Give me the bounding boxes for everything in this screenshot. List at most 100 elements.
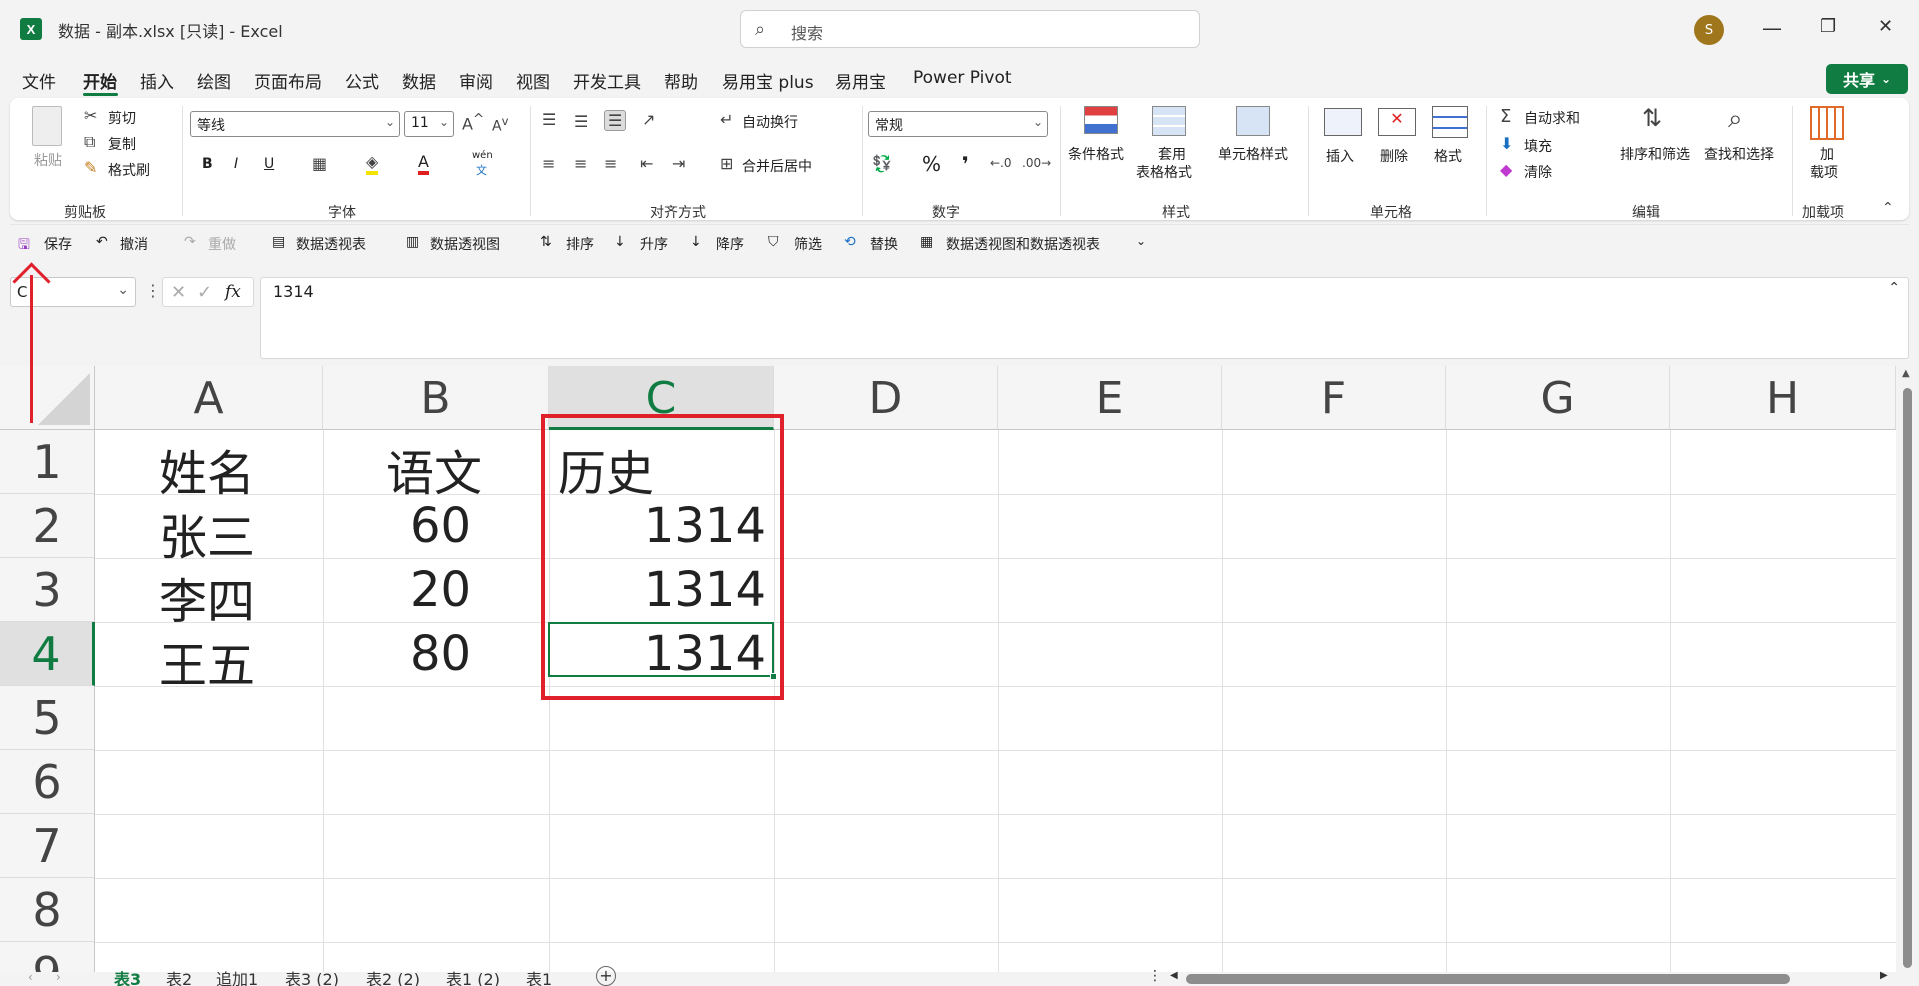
tab-easyuse[interactable]: 易用宝 <box>835 68 886 93</box>
formula-value: 1314 <box>273 282 314 301</box>
column-header-g[interactable]: G <box>1446 366 1670 430</box>
column-header-a[interactable]: A <box>95 366 323 430</box>
search-input[interactable]: ⌕ 搜索 <box>740 10 1200 48</box>
ribbon-tabs: 文件 开始 插入 绘图 页面布局 公式 数据 审阅 视图 开发工具 帮助 易用宝… <box>0 62 1919 96</box>
replace-button[interactable]: 替换 <box>870 234 898 254</box>
cell-b1[interactable]: 语文 <box>386 434 482 504</box>
tab-draw[interactable]: 绘图 <box>197 68 231 93</box>
tab-file[interactable]: 文件 <box>22 68 56 93</box>
row-header-3[interactable]: 3 <box>0 558 95 622</box>
sheet-tab-4[interactable]: 表3 (2) <box>285 966 339 986</box>
row-header-7[interactable]: 7 <box>0 814 95 878</box>
tab-home[interactable]: 开始 <box>83 68 117 93</box>
tab-view[interactable]: 视图 <box>516 68 550 93</box>
column-header-b[interactable]: B <box>323 366 549 430</box>
filter-button[interactable]: 筛选 <box>794 234 822 254</box>
sort-ascending-button[interactable]: 升序 <box>640 234 668 254</box>
cell-a3[interactable]: 李四 <box>159 562 255 632</box>
tab-review[interactable]: 审阅 <box>459 68 493 93</box>
pivot-table-icon: ▤ <box>272 234 286 250</box>
row-header-1[interactable]: 1 <box>0 430 95 494</box>
sheet-tab-3[interactable]: 追加1 <box>216 966 258 986</box>
undo-button[interactable]: 撤消 <box>120 234 148 254</box>
spreadsheet-grid[interactable]: A B C D E F G H 1 2 3 4 5 6 7 8 9 姓名 语文 … <box>0 366 1896 972</box>
sort-button[interactable]: 排序 <box>566 234 594 254</box>
grid-line <box>95 622 1896 623</box>
excel-logo-icon: X <box>20 18 42 40</box>
add-sheet-button[interactable]: + <box>596 966 616 986</box>
horizontal-scroll-thumb[interactable] <box>1186 974 1790 984</box>
window-title: 数据 - 副本.xlsx [只读] - Excel <box>58 22 283 41</box>
cell-a2[interactable]: 张三 <box>159 498 255 568</box>
pivot-table-button[interactable]: 数据透视表 <box>296 234 366 254</box>
avatar[interactable]: S <box>1694 15 1724 45</box>
sort-icon: ⇅ <box>540 234 552 250</box>
tab-data[interactable]: 数据 <box>402 68 436 93</box>
grid-line <box>1222 430 1223 972</box>
tab-help[interactable]: 帮助 <box>664 68 698 93</box>
column-header-f[interactable]: F <box>1222 366 1446 430</box>
tab-page-layout[interactable]: 页面布局 <box>254 68 322 93</box>
filter-icon: ⛉ <box>768 234 779 250</box>
scroll-up-icon[interactable]: ▲ <box>1902 368 1910 379</box>
more-tabs-icon[interactable]: ⋮ <box>1148 968 1162 984</box>
column-header-d[interactable]: D <box>774 366 998 430</box>
check-icon[interactable]: ✓ <box>197 282 212 303</box>
tab-scroll-left-icon[interactable]: ‹ <box>28 970 33 984</box>
select-all-button[interactable] <box>0 366 95 430</box>
customize-qat-icon[interactable]: ⌄ <box>1136 234 1146 248</box>
sort-descending-button[interactable]: 降序 <box>716 234 744 254</box>
row-header-6[interactable]: 6 <box>0 750 95 814</box>
row-header-4[interactable]: 4 <box>0 622 95 686</box>
tab-formulas[interactable]: 公式 <box>345 68 379 93</box>
row-header-5[interactable]: 5 <box>0 686 95 750</box>
replace-icon: ⟲ <box>844 234 856 250</box>
collapse-formula-icon[interactable]: ⌃ <box>1888 280 1900 296</box>
insert-function-button[interactable]: fx <box>225 282 241 302</box>
cell-a4[interactable]: 王五 <box>159 626 255 696</box>
column-header-h[interactable]: H <box>1670 366 1896 430</box>
sheet-tab-2[interactable]: 表2 <box>166 966 192 986</box>
sheet-tab-7[interactable]: 表1 <box>526 966 552 986</box>
formula-input[interactable]: 1314 ⌃ <box>260 277 1909 359</box>
grid-line <box>95 750 1896 751</box>
tab-easyuse-plus[interactable]: 易用宝 plus <box>722 68 814 93</box>
cell-b3[interactable]: 20 <box>410 562 471 618</box>
pivot-chart-button[interactable]: 数据透视图 <box>430 234 500 254</box>
restore-button[interactable]: ❐ <box>1820 16 1836 37</box>
search-placeholder: 搜索 <box>791 24 824 43</box>
grid-line <box>998 430 999 972</box>
grid-line <box>95 878 1896 879</box>
cell-b2[interactable]: 60 <box>410 498 471 554</box>
vertical-scrollbar[interactable]: ▲ <box>1896 366 1919 972</box>
cell-a1[interactable]: 姓名 <box>159 434 255 504</box>
grid-line <box>95 558 1896 559</box>
tab-power-pivot[interactable]: Power Pivot <box>913 68 1012 88</box>
redo-button[interactable]: 重做 <box>208 234 236 254</box>
tab-insert[interactable]: 插入 <box>140 68 174 93</box>
cell-b4[interactable]: 80 <box>410 626 471 682</box>
save-button[interactable]: 保存 <box>44 234 72 254</box>
pivot-combo-button[interactable]: 数据透视图和数据透视表 <box>946 234 1100 254</box>
row-header-2[interactable]: 2 <box>0 494 95 558</box>
sheet-tab-6[interactable]: 表1 (2) <box>446 966 500 986</box>
tab-scroll-right-icon[interactable]: › <box>56 970 61 984</box>
tab-developer[interactable]: 开发工具 <box>573 68 641 93</box>
row-header-8[interactable]: 8 <box>0 878 95 942</box>
sheet-tab-5[interactable]: 表2 (2) <box>366 966 420 986</box>
grid-line <box>95 814 1896 815</box>
save-icon: 🖫 <box>18 237 30 253</box>
row-header-9[interactable]: 9 <box>0 942 95 972</box>
cancel-icon[interactable]: ✕ <box>171 282 186 303</box>
sheet-tab-1[interactable]: 表3 <box>114 966 141 986</box>
minimize-button[interactable]: — <box>1762 16 1782 40</box>
column-header-e[interactable]: E <box>998 366 1222 430</box>
vertical-scroll-thumb[interactable] <box>1903 388 1912 968</box>
grid-line <box>1670 430 1671 972</box>
chevron-down-icon: ⌄ <box>117 282 129 298</box>
formula-controls: ✕ ✓ fx <box>162 277 254 307</box>
close-button[interactable]: ✕ <box>1878 16 1893 37</box>
scroll-left-icon[interactable]: ◀ <box>1170 970 1178 981</box>
share-button[interactable]: 共享 ⌄ <box>1826 64 1908 94</box>
scroll-right-icon[interactable]: ▶ <box>1880 970 1888 981</box>
